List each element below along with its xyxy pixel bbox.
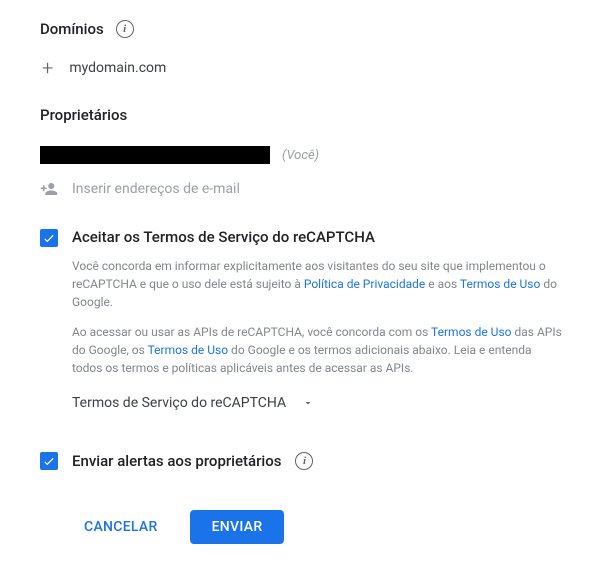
add-owner-placeholder: Inserir endereços de e-mail [72,181,240,197]
domain-name: mydomain.com [69,60,166,76]
privacy-policy-link[interactable]: Política de Privacidade [304,277,425,291]
owners-header: Proprietários [40,106,562,124]
terms-of-use-link-2[interactable]: Termos de Uso [431,325,511,339]
cancel-button[interactable]: CANCELAR [62,510,180,544]
info-icon[interactable]: i [116,20,134,38]
domains-title: Domínios [40,20,104,38]
check-icon [42,231,56,245]
owner-you-label: (Você) [282,148,319,163]
alerts-checkbox[interactable] [40,452,58,470]
terms-paragraph-2: Ao acessar ou usar as APIs de reCAPTCHA,… [72,323,562,377]
plus-icon: + [42,58,53,78]
terms-paragraph-1: Você concorda em informar explicitamente… [72,257,562,311]
terms-expand-row[interactable]: Termos de Serviço do reCAPTCHA [72,389,562,441]
terms-checkbox-label: Aceitar os Termos de Serviço do reCAPTCH… [72,228,375,246]
terms-of-use-link-3[interactable]: Termos de Uso [148,343,228,357]
domains-header: Domínios i [40,20,562,38]
person-add-icon [40,180,58,198]
add-owner-row[interactable]: Inserir endereços de e-mail [40,174,562,218]
chevron-down-icon [302,397,314,409]
terms-checkbox-row[interactable]: Aceitar os Termos de Serviço do reCAPTCH… [40,228,562,247]
alerts-checkbox-label: Enviar alertas aos proprietários [72,452,281,470]
terms-of-use-link-1[interactable]: Termos de Uso [460,277,540,291]
terms-checkbox[interactable] [40,229,58,247]
domain-add-row[interactable]: + mydomain.com [40,52,562,98]
owner-row: (Você) [40,138,562,174]
check-icon [42,454,56,468]
submit-button[interactable]: ENVIAR [190,510,285,544]
terms-expand-label: Termos de Serviço do reCAPTCHA [72,395,286,411]
owner-email-redacted [40,146,270,164]
alerts-checkbox-row[interactable]: Enviar alertas aos proprietários i [40,451,562,470]
owners-title: Proprietários [40,106,127,124]
info-icon[interactable]: i [295,452,313,470]
actions-row: CANCELAR ENVIAR [40,510,562,544]
terms-body: Você concorda em informar explicitamente… [40,257,562,441]
